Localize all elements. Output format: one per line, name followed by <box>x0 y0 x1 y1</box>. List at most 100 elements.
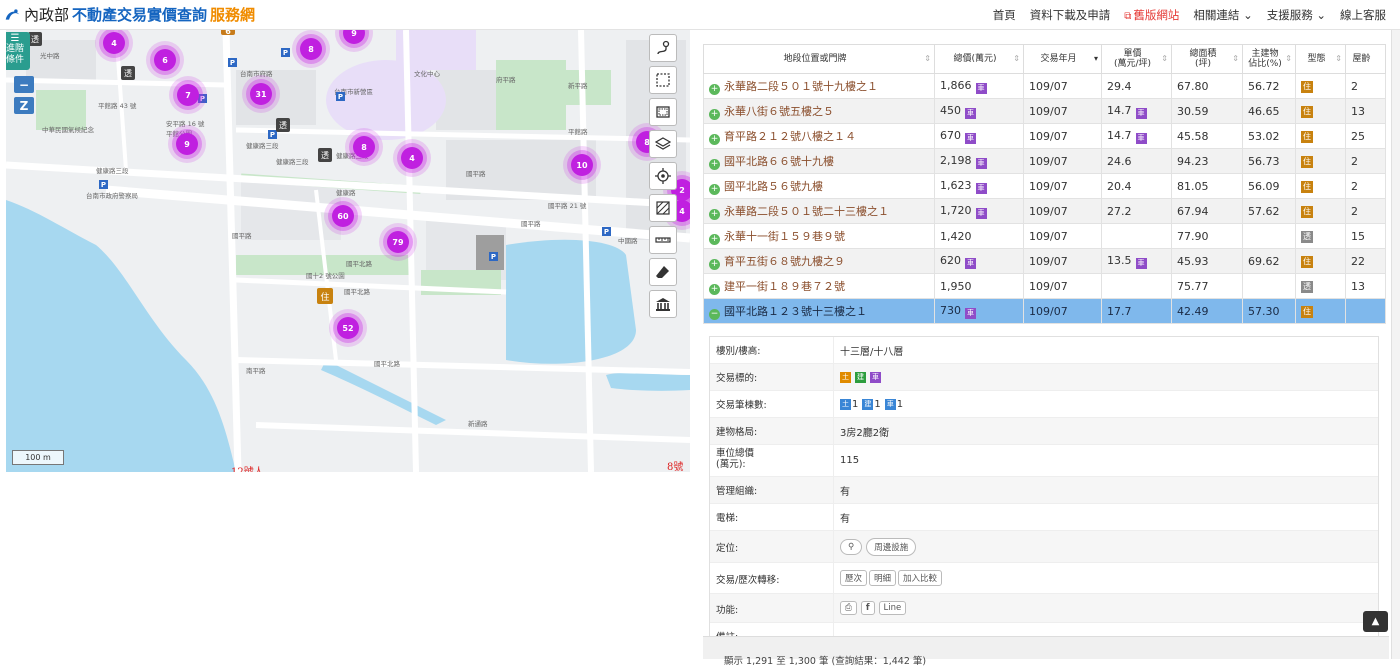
print-button[interactable]: ⎙ <box>840 601 857 615</box>
transparent-deal-marker[interactable]: 透 <box>318 148 332 162</box>
transparent-deal-marker[interactable]: 透 <box>276 118 290 132</box>
total-price: 670 <box>940 128 961 142</box>
deal-cluster[interactable]: 8 <box>300 38 322 60</box>
cell-date: 109/07 <box>1023 298 1102 324</box>
cell-ratio: 56.72 <box>1242 73 1296 99</box>
brand[interactable]: 內政部 不動產交易實價查詢 服務網 <box>4 4 255 25</box>
collapse-icon[interactable]: − <box>709 308 720 320</box>
expand-icon[interactable]: + <box>709 133 720 145</box>
col-header-type[interactable]: 型態 ⇕ <box>1295 44 1346 74</box>
nav-links[interactable]: 相關連結 ⌄ <box>1193 7 1252 23</box>
expand-icon[interactable]: + <box>709 158 720 170</box>
cell-address[interactable]: − 國平北路１２３號十三樓之１ <box>703 298 935 324</box>
cell-address[interactable]: + 永華十一街１５９巷９號 <box>703 223 935 249</box>
expand-icon[interactable]: + <box>709 183 720 195</box>
hatch-area-button[interactable] <box>649 194 677 222</box>
cell-address[interactable]: + 育平五街６８號九樓之９ <box>703 248 935 274</box>
col-header-unit-price[interactable]: 單價 (萬元/坪) ⇕ <box>1101 44 1172 74</box>
add-compare-button[interactable]: 加入比較 <box>898 570 943 586</box>
eraser-button[interactable] <box>649 258 677 286</box>
cell-address[interactable]: + 永華路二段５０１號二十三樓之１ <box>703 198 935 224</box>
nav-home[interactable]: 首頁 <box>993 7 1016 23</box>
expand-icon[interactable]: + <box>709 258 720 270</box>
measure-button[interactable] <box>649 226 677 254</box>
col-header-ratio[interactable]: 主建物 佔比(%) ⇕ <box>1242 44 1296 74</box>
cell-address[interactable]: + 建平一街１８９巷７２號 <box>703 273 935 299</box>
expand-icon[interactable]: + <box>709 108 720 120</box>
expand-icon[interactable]: + <box>709 283 720 295</box>
expand-icon[interactable]: + <box>709 83 720 95</box>
deal-cluster[interactable]: 6 <box>154 49 176 71</box>
locate-pin-button[interactable]: ⚲ <box>840 538 863 555</box>
col-header-date[interactable]: 交易年月 ▾ <box>1023 44 1102 74</box>
facebook-share-button[interactable]: f <box>860 601 875 615</box>
deal-cluster[interactable]: 4 <box>103 32 125 54</box>
zoom-reset-button[interactable]: Z <box>14 97 34 114</box>
detail-value: ⎙ f Line <box>834 594 1378 622</box>
deal-cluster[interactable]: 10 <box>571 154 593 176</box>
nav-support[interactable]: 支援服務 ⌄ <box>1267 7 1326 23</box>
table-row[interactable]: + 永華路二段５０１號十九樓之１ 1,866 車 109/07 29.4 67.80 56.7… <box>703 73 1386 99</box>
deal-cluster[interactable]: 4 <box>401 147 423 169</box>
building-badge: 建 <box>862 398 874 410</box>
transparent-deal-marker[interactable]: 透 <box>28 32 42 46</box>
table-row[interactable]: + 國平北路５６號九樓 1,623 車 109/07 20.4 81.05 56.09 住 2 <box>703 173 1386 199</box>
detail-button[interactable]: 明細 <box>869 570 897 586</box>
col-header-age[interactable]: 屋齡 <box>1345 44 1386 74</box>
table-row[interactable]: + 永華路二段５０１號二十三樓之１ 1,720 車 109/07 27.2 67.94 57.… <box>703 198 1386 224</box>
map-scale: 100 m <box>12 450 64 465</box>
cell-address[interactable]: + 永華八街６號五樓之５ <box>703 98 935 124</box>
transparent-deal-marker[interactable]: 透 <box>121 66 135 80</box>
cell-address[interactable]: + 育平路２１２號八樓之１４ <box>703 123 935 149</box>
advanced-filter-button[interactable]: ☰ 進階 條件 <box>6 32 30 70</box>
deal-cluster[interactable]: 52 <box>337 317 359 339</box>
expand-icon[interactable]: + <box>709 208 720 220</box>
map-marker[interactable]: 6 <box>221 30 235 36</box>
map-label: 國十2 號公園 <box>306 272 345 280</box>
expand-icon[interactable]: + <box>709 233 720 245</box>
land-badge: 土 <box>840 371 851 383</box>
col-header-address[interactable]: 地段位置或門牌 ⇕ <box>703 44 935 74</box>
back-to-top-button[interactable]: ▲ <box>1363 611 1388 632</box>
parking-icon: P <box>336 92 345 101</box>
cell-total-price: 730 車 <box>934 298 1024 324</box>
col-header-total[interactable]: 總價(萬元) ⇕ <box>934 44 1024 74</box>
deal-cluster[interactable]: 9 <box>176 133 198 155</box>
deal-cluster[interactable]: 79 <box>387 231 409 253</box>
zoom-out-button[interactable]: − <box>14 76 34 93</box>
nav-old-site[interactable]: ⧉ 舊版網站 <box>1124 7 1179 23</box>
public-facility-button[interactable] <box>649 290 677 318</box>
deal-cluster[interactable]: 31 <box>250 83 272 105</box>
cell-type: 住 <box>1295 148 1346 174</box>
map-label: 健康路 <box>336 189 356 197</box>
route-tool-button[interactable] <box>649 34 677 62</box>
table-row[interactable]: + 育平路２１２號八樓之１４ 670 車 109/07 14.7 車 45.58 53.02 住 2… <box>703 123 1386 149</box>
table-row[interactable]: + 永華十一街１５９巷９號 1,420 109/07 77.90 透 15 <box>703 223 1386 249</box>
select-area-button[interactable] <box>649 66 677 94</box>
nav-download[interactable]: 資料下載及申請 <box>1030 7 1111 23</box>
cell-address[interactable]: + 永華路二段５０１號十九樓之１ <box>703 73 935 99</box>
nearby-facilities-button[interactable]: 周邊設施 <box>866 537 917 556</box>
cell-address[interactable]: + 國平北路６６號十九樓 <box>703 148 935 174</box>
table-row[interactable]: + 永華八街６號五樓之５ 450 車 109/07 14.7 車 30.59 46.65 住 13 <box>703 98 1386 124</box>
nav-online-service[interactable]: 線上客服 <box>1340 7 1386 23</box>
unit-price: 20.4 <box>1107 179 1132 193</box>
deal-cluster[interactable]: 60 <box>332 205 354 227</box>
line-share-button[interactable]: Line <box>878 601 907 615</box>
deal-cluster[interactable]: 8 <box>353 136 375 158</box>
table-row[interactable]: + 建平一街１８９巷７２號 1,950 109/07 75.77 透 13 <box>703 273 1386 299</box>
layers-button[interactable] <box>649 130 677 158</box>
total-price: 1,420 <box>940 229 972 243</box>
table-row[interactable]: + 國平北路６６號十九樓 2,198 車 109/07 24.6 94.23 56.73 住 2 <box>703 148 1386 174</box>
cell-address[interactable]: + 國平北路５６號九樓 <box>703 173 935 199</box>
map-view[interactable]: 中華民國氣候紀念 光中路 平館路 43 號 安平路 16 號 平館公園 健康路三… <box>6 30 690 472</box>
residence-marker[interactable]: 住 <box>317 288 333 304</box>
table-row[interactable]: + 育平五街６８號九樓之９ 620 車 109/07 13.5 車 45.93 69.62 住 22 <box>703 248 1386 274</box>
table-row[interactable]: − 國平北路１２３號十三樓之１ 730 車 109/07 17.7 42.49 57.30 住 <box>703 298 1386 324</box>
page-scrollbar[interactable] <box>1391 30 1400 659</box>
col-header-area[interactable]: 總面積 (坪) ⇕ <box>1171 44 1243 74</box>
deal-cluster[interactable]: 7 <box>177 84 199 106</box>
history-button[interactable]: 歷次 <box>840 570 868 586</box>
locate-button[interactable] <box>649 162 677 190</box>
draw-rectangle-button[interactable] <box>649 98 677 126</box>
